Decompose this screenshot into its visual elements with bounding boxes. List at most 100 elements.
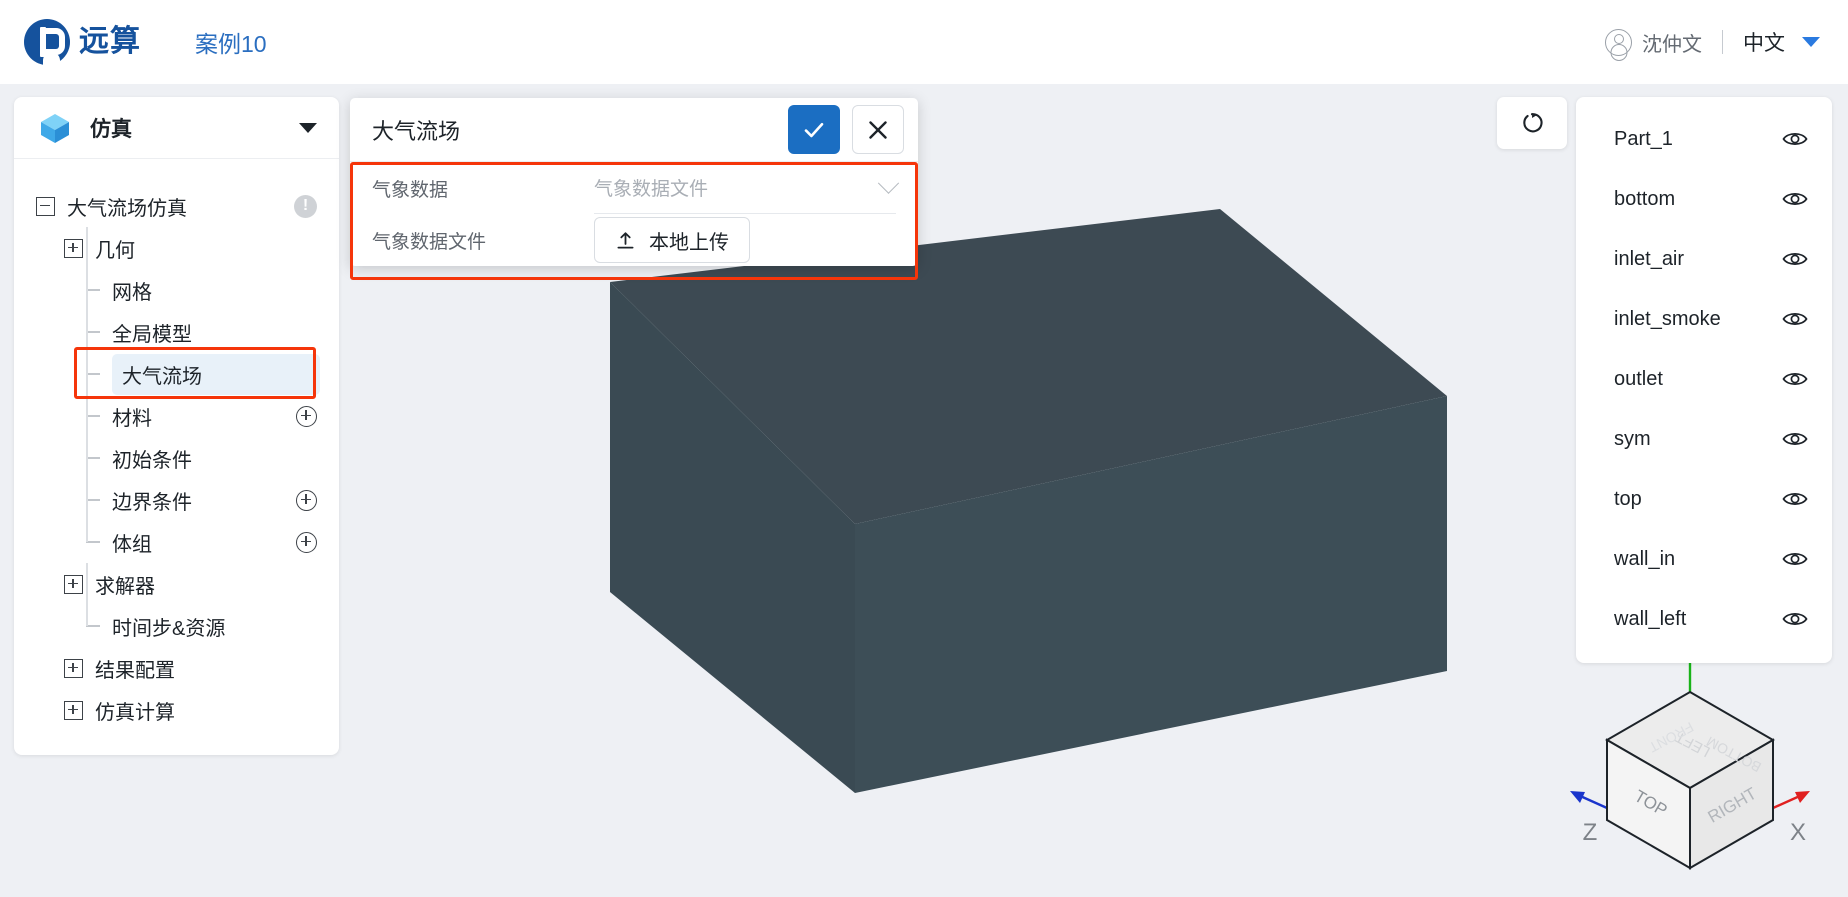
language-label[interactable]: 中文 [1743, 27, 1785, 57]
rotate-reset-icon [1523, 113, 1543, 133]
local-upload-button[interactable]: 本地上传 [594, 217, 750, 263]
part-list-item[interactable]: Part_1 [1576, 109, 1832, 169]
tree-branch-line [86, 499, 100, 501]
eye-icon[interactable] [1782, 310, 1808, 328]
weather-data-select[interactable]: 气象数据文件 [594, 162, 900, 214]
part-list-item[interactable]: inlet_smoke [1576, 289, 1832, 349]
eye-icon[interactable] [1782, 610, 1808, 628]
tree-node-label: 求解器 [95, 575, 155, 598]
expand-toggle-icon[interactable] [64, 700, 83, 720]
part-list-item[interactable]: bottom [1576, 169, 1832, 229]
app-root: 远算 案例10 沈仲文 中文 Part_1bottominlet_airi [0, 0, 1848, 897]
part-list-item[interactable]: outlet [1576, 349, 1832, 409]
tree-branch-line [86, 415, 100, 417]
tree-node-label: 体组 [112, 533, 152, 556]
add-item-button[interactable] [296, 531, 317, 553]
tree-node-label: 材料 [112, 407, 152, 430]
eye-icon[interactable] [1782, 130, 1808, 148]
check-icon [804, 122, 824, 137]
case-title[interactable]: 案例10 [195, 25, 267, 59]
field-label-weather-data: 气象数据 [372, 179, 449, 201]
field-control-weather-data: 气象数据文件 [594, 162, 918, 214]
tree-node-6[interactable]: 初始条件 [14, 437, 339, 479]
part-list-item[interactable]: wall_left [1576, 589, 1832, 649]
tree-node-7[interactable]: 边界条件 [14, 479, 339, 521]
tree-node-0[interactable]: 大气流场仿真! [14, 185, 339, 227]
part-name-label: inlet_air [1614, 247, 1685, 270]
tree-node-9[interactable]: 求解器 [14, 563, 339, 605]
local-upload-label: 本地上传 [649, 231, 729, 254]
add-item-button[interactable] [296, 489, 317, 511]
atmospheric-flow-dialog[interactable]: 大气流场 气象数据 气象数据文件 气象数据文件 本地上传 [350, 98, 918, 280]
brand-logo[interactable]: 远算 [24, 19, 141, 65]
tree-branch-line [86, 625, 100, 627]
tree-node-label: 网格 [112, 281, 152, 304]
eye-icon[interactable] [1782, 490, 1808, 508]
tree-node-11[interactable]: 结果配置 [14, 647, 339, 689]
user-name-label[interactable]: 沈仲文 [1642, 28, 1702, 57]
tree-node-12[interactable]: 仿真计算 [14, 689, 339, 731]
reset-view-button[interactable] [1497, 97, 1567, 149]
tree-node-5[interactable]: 材料 [14, 395, 339, 437]
dialog-header: 大气流场 [350, 98, 918, 162]
part-name-label: sym [1614, 427, 1651, 450]
part-name-label: inlet_smoke [1614, 307, 1721, 330]
view-cube-gizmo[interactable]: TOP RIGHT LEFT FRONT BOTTOM Z X [1545, 640, 1835, 890]
part-list-item[interactable]: inlet_air [1576, 229, 1832, 289]
eye-icon[interactable] [1782, 190, 1808, 208]
field-control-weather-file: 本地上传 [594, 217, 918, 263]
tree-node-8[interactable]: 体组 [14, 521, 339, 563]
field-label-weather-file: 气象数据文件 [372, 231, 487, 253]
expand-toggle-icon[interactable] [64, 238, 83, 258]
tree-branch-line [86, 289, 100, 291]
part-name-label: bottom [1614, 187, 1676, 210]
sidebar-header[interactable]: 仿真 [14, 97, 339, 159]
tree-node-label: 大气流场 [112, 353, 320, 395]
parts-list-panel[interactable]: Part_1bottom inlet_air inlet_smokeoutlet sy… [1576, 97, 1832, 663]
chevron-down-icon[interactable] [299, 122, 317, 133]
chevron-down-icon[interactable] [877, 172, 900, 194]
cube-icon [38, 111, 72, 145]
user-avatar-icon[interactable] [1605, 28, 1632, 56]
simulation-tree[interactable]: 大气流场仿真! 几何网格全局模型大气流场材料初始条件边界条件体组求解器时间步&资源… [14, 159, 339, 755]
collapse-toggle-icon[interactable] [36, 196, 55, 216]
cancel-button[interactable] [852, 105, 904, 154]
form-row-weather-data: 气象数据 气象数据文件 [350, 162, 918, 214]
add-item-button[interactable] [296, 405, 317, 427]
close-icon [869, 120, 887, 139]
eye-icon[interactable] [1782, 550, 1808, 568]
tree-node-label: 边界条件 [112, 491, 192, 514]
tree-node-label: 全局模型 [112, 323, 192, 346]
sidebar-title: 仿真 [90, 117, 132, 141]
tree-node-label: 仿真计算 [95, 701, 175, 724]
expand-toggle-icon[interactable] [64, 574, 83, 594]
eye-icon[interactable] [1782, 430, 1808, 448]
part-name-label: outlet [1614, 367, 1663, 390]
brand-name: 远算 [79, 25, 141, 58]
eye-icon[interactable] [1782, 250, 1808, 268]
tree-node-10[interactable]: 时间步&资源 [14, 605, 339, 647]
tree-connector-line [86, 227, 88, 542]
weather-data-select-value: 气象数据文件 [594, 179, 709, 200]
tree-node-3[interactable]: 全局模型 [14, 311, 339, 353]
part-list-item[interactable]: wall_in [1576, 529, 1832, 589]
status-badge[interactable]: ! [294, 194, 317, 218]
part-list-item[interactable]: top [1576, 469, 1832, 529]
eye-icon[interactable] [1782, 370, 1808, 388]
part-list-item[interactable]: sym [1576, 409, 1832, 469]
part-name-label: Part_1 [1614, 127, 1673, 150]
part-name-label: wall_in [1614, 547, 1676, 570]
tree-node-1[interactable]: 几何 [14, 227, 339, 269]
chevron-down-icon[interactable] [1802, 37, 1820, 47]
dialog-title: 大气流场 [372, 118, 461, 144]
tree-node-label: 结果配置 [95, 659, 175, 682]
tree-node-4[interactable]: 大气流场 [14, 353, 339, 395]
tree-branch-line [86, 457, 100, 459]
simulation-sidebar[interactable]: 仿真 大气流场仿真! 几何网格全局模型大气流场材料初始条件边界条件体组求解器时间步… [14, 97, 339, 755]
parts-list: Part_1bottom inlet_air inlet_smokeoutlet sy… [1576, 109, 1832, 649]
confirm-button[interactable] [788, 105, 840, 154]
tree-node-2[interactable]: 网格 [14, 269, 339, 311]
logo-dot-shape [43, 52, 60, 65]
tree-connector-line [86, 563, 88, 626]
expand-toggle-icon[interactable] [64, 658, 83, 678]
